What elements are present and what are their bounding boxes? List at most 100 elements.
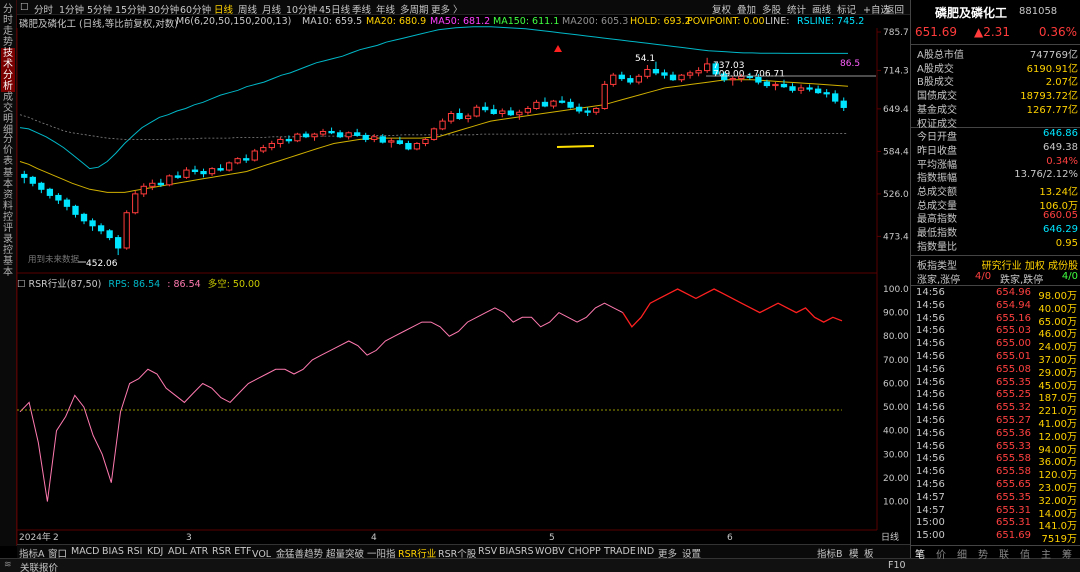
tab-biasrs[interactable]: BIASRS	[499, 546, 533, 557]
tick-time: 14:56	[916, 338, 945, 350]
tab-rsv[interactable]: RSV	[478, 546, 497, 557]
tab-bias[interactable]: BIAS	[102, 546, 124, 557]
stat-value: 660.05	[1043, 210, 1078, 222]
tab-kdj[interactable]: KDJ	[147, 546, 163, 557]
candle-up	[166, 175, 173, 186]
candle-up	[345, 132, 352, 138]
footer-tab-detail[interactable]: 细	[957, 546, 967, 561]
date-tick-apr: 4	[371, 533, 377, 543]
tab-trade[interactable]: TRADE	[604, 546, 636, 557]
tick-price: 651.69	[996, 530, 1031, 542]
candle-up	[601, 83, 608, 109]
tick-row: 14:56 655.00 24.00万	[911, 338, 1080, 353]
stat-row: A股成交 6190.91亿	[911, 60, 1080, 75]
candle-down	[217, 168, 224, 171]
rsr-tick: 10.00	[883, 498, 909, 508]
rss-icon[interactable]: ≋	[4, 560, 12, 570]
rsr-tick: 50.00	[883, 403, 909, 413]
tab-macd[interactable]: MACD	[71, 546, 99, 557]
candle-down	[55, 194, 62, 201]
footer-tab-main[interactable]: 主	[1041, 546, 1051, 561]
tab-adl[interactable]: ADL	[168, 546, 187, 557]
tick-time: 14:56	[916, 427, 945, 439]
footer-tab-trend[interactable]: 势	[978, 546, 988, 561]
candle-up	[123, 212, 130, 249]
tick-price: 655.00	[996, 338, 1031, 350]
candle-up	[183, 169, 190, 178]
tab-wobv[interactable]: WOBV	[535, 546, 565, 557]
linked-quote-label[interactable]: 关联报价	[20, 560, 58, 572]
stat-row: 指数量比 0.95	[911, 238, 1080, 253]
rsr-axis: 100.0 90.00 80.00 70.00 60.00 50.00 40.00 30.00…	[883, 285, 909, 508]
candle-up	[277, 138, 284, 144]
candle-up	[516, 111, 523, 116]
candle-down	[362, 134, 369, 140]
tick-row: 14:57 655.35 32.00万	[911, 492, 1080, 507]
rsr-tick: 60.00	[883, 379, 909, 389]
footer-tab-value[interactable]: 值	[1020, 546, 1030, 561]
rsr-series	[19, 302, 624, 502]
tick-time: 14:56	[916, 415, 945, 426]
stat-row: 今日开盘 646.86	[911, 128, 1080, 143]
candle-down	[456, 112, 463, 120]
updown-row: 涨家,涨停 4/0 跌家,跌停 4/0	[911, 271, 1080, 286]
square-icon[interactable]: ☐	[17, 279, 29, 290]
sector-value[interactable]: 研究行业 加权 成份股	[982, 257, 1078, 272]
rsr-value-label: : 86.54	[167, 279, 201, 290]
stat-value: 649.38	[1043, 141, 1078, 153]
tick-price: 655.65	[996, 479, 1031, 490]
stat-row: 总成交量 106.0万	[911, 197, 1080, 212]
candle-up	[149, 182, 156, 187]
rsr-title[interactable]: RSR行业(87,50)	[29, 279, 102, 290]
candle-down	[21, 173, 28, 178]
footer-tab-chips[interactable]: 筹	[1062, 546, 1072, 561]
separator	[911, 255, 1080, 256]
tick-time: 14:56	[916, 299, 945, 311]
tab-ind[interactable]: IND	[637, 546, 654, 557]
candle-up	[140, 185, 147, 195]
stat-row: 总成交额 13.24亿	[911, 183, 1080, 198]
candle-down	[72, 205, 79, 215]
annotation-mid: 709.00 - 706.71	[713, 70, 785, 80]
tick-price: 655.27	[996, 415, 1031, 426]
tick-price: 655.25	[996, 389, 1031, 401]
tick-time: 14:56	[916, 479, 945, 490]
panel-title: 磷肥及磷化工	[935, 6, 1008, 20]
chart-area[interactable]: 785.7 714.3 649.4 584.4 526.0 473.4 100.0 90.0…	[0, 0, 910, 545]
tab-rsi[interactable]: RSI	[127, 546, 142, 557]
stat-value: 0.34%	[1046, 155, 1078, 167]
f10-label[interactable]: F10	[888, 560, 906, 571]
candle-down	[354, 132, 361, 136]
price-tick: 526.0	[883, 190, 909, 200]
multi-label: 多空: 50.00	[207, 279, 261, 290]
candle-down	[832, 93, 839, 102]
candle-down	[669, 74, 677, 81]
candles	[21, 57, 847, 256]
tab-chopp[interactable]: CHOPP	[568, 546, 601, 557]
tick-price: 655.36	[996, 427, 1031, 439]
tick-row: 15:00 651.69 7519万	[911, 530, 1080, 545]
tick-time: 14:56	[916, 351, 945, 362]
footer-tab-trades[interactable]: 笔	[915, 546, 925, 561]
footer-tab-link[interactable]: 联	[999, 546, 1009, 561]
tick-time: 14:56	[916, 453, 945, 465]
tab-atr[interactable]: ATR	[190, 546, 208, 557]
candle-up	[311, 133, 318, 138]
yellow-marker	[556, 145, 595, 148]
tick-time: 15:00	[916, 530, 945, 542]
sector-label: 板指类型	[917, 261, 957, 272]
tab-rsr-etf[interactable]: RSR ETF	[212, 546, 252, 557]
tick-price: 655.16	[996, 312, 1031, 324]
tick-time: 14:56	[916, 287, 945, 298]
stat-value: 13.76/2.12%	[1014, 169, 1078, 181]
annotation-low: 452.06	[86, 259, 118, 269]
down-label: 跌家,跌停	[1000, 275, 1044, 286]
candle-down	[652, 68, 660, 74]
footer-tab-price[interactable]: 价	[936, 546, 946, 561]
rsr-tick: 100.0	[883, 285, 909, 295]
candle-up	[430, 128, 438, 140]
candle-down	[490, 109, 497, 114]
candle-up	[695, 70, 702, 74]
candle-up	[234, 158, 241, 164]
tick-time: 14:56	[916, 312, 945, 324]
